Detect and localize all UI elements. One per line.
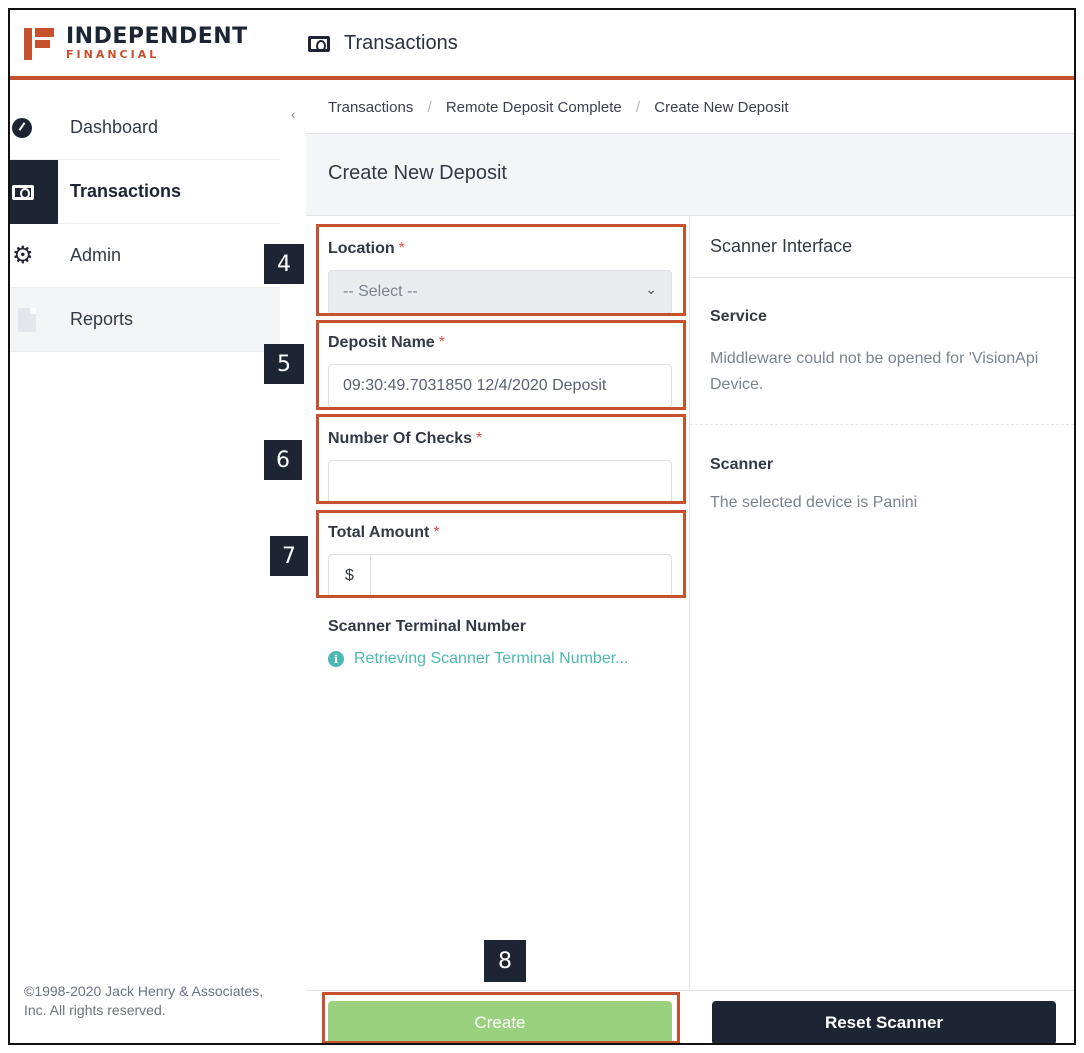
scanner-label: Scanner <box>710 456 774 473</box>
sidebar-item-label: Transactions <box>70 181 182 201</box>
sidebar-item-reports[interactable]: Reports <box>10 288 280 352</box>
breadcrumb: Transactions / Remote Deposit Complete /… <box>306 84 1074 134</box>
breadcrumb-item-transactions[interactable]: Transactions <box>328 99 413 116</box>
logo-text-primary: INDEPENDENT <box>66 24 248 49</box>
sidebar-item-label: Admin <box>70 245 122 265</box>
breadcrumb-separator: / <box>635 99 641 116</box>
step-badge-8: 8 <box>484 940 526 982</box>
breadcrumb-separator: / <box>427 99 432 116</box>
cogs-icon: ⚙ <box>12 242 34 269</box>
section-divider <box>690 424 1074 425</box>
highlight-number-of-checks <box>316 414 686 504</box>
reset-scanner-button[interactable]: Reset Scanner <box>712 1001 1056 1043</box>
sidebar-item-transactions[interactable]: Transactions <box>10 160 280 224</box>
top-header: INDEPENDENT FINANCIAL Transactions <box>10 10 1074 80</box>
scanner-terminal-label: Scanner Terminal Number <box>328 618 526 635</box>
highlight-create <box>322 992 680 1043</box>
header-title: Transactions <box>308 32 458 55</box>
sidebar-item-label: Reports <box>70 309 134 329</box>
step-badge-4: 4 <box>264 244 304 284</box>
document-icon <box>18 308 36 332</box>
app-frame: INDEPENDENT FINANCIAL Transactions Dashb… <box>8 8 1076 1045</box>
breadcrumb-item-current: Create New Deposit <box>654 99 789 116</box>
breadcrumb-item-remote-deposit[interactable]: Remote Deposit Complete <box>446 99 622 116</box>
service-message: Middleware could not be opened for 'Visi… <box>710 350 1039 393</box>
page-title: Create New Deposit <box>328 162 507 184</box>
page-header: Create New Deposit <box>306 134 1074 216</box>
logo-mark-icon <box>24 27 54 60</box>
highlight-location <box>316 224 686 316</box>
step-badge-5: 5 <box>264 344 304 384</box>
copyright-text: ©1998-2020 Jack Henry & Associates, Inc.… <box>24 983 264 1018</box>
step-badge-6: 6 <box>264 440 302 480</box>
brand-logo[interactable]: INDEPENDENT FINANCIAL <box>24 26 248 61</box>
scanner-terminal-status: i Retrieving Scanner Terminal Number... <box>328 650 629 668</box>
service-label: Service <box>710 308 767 325</box>
scanner-interface-title: Scanner Interface <box>690 216 1074 278</box>
sidebar-item-label: Dashboard <box>70 117 159 137</box>
sidebar-item-admin[interactable]: ⚙ Admin › <box>10 224 282 288</box>
scanner-message: The selected device is Panini <box>710 494 918 511</box>
money-icon <box>308 35 330 52</box>
highlight-total-amount <box>316 510 686 598</box>
money-icon <box>12 184 34 200</box>
step-badge-7: 7 <box>270 536 308 576</box>
sidebar-collapse-icon[interactable]: ‹ <box>291 106 296 122</box>
logo-text-secondary: FINANCIAL <box>66 48 160 61</box>
scanner-interface-panel: Scanner Interface Service Middleware cou… <box>690 216 1074 1043</box>
sidebar-item-dashboard[interactable]: Dashboard <box>10 96 280 160</box>
highlight-deposit-name <box>316 320 686 410</box>
sidebar: Dashboard Transactions ⚙ Admin › Reports… <box>10 84 288 1043</box>
info-icon: i <box>328 651 344 667</box>
header-title-text: Transactions <box>344 32 458 54</box>
gauge-icon <box>12 118 32 138</box>
